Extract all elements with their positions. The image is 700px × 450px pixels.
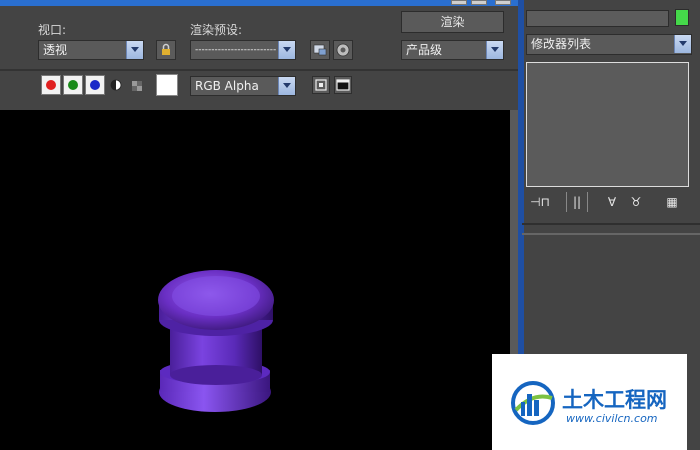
gear-icon — [336, 43, 350, 57]
render-preset-dropdown[interactable]: ------------------------- — [190, 40, 296, 60]
clear-button[interactable] — [334, 76, 352, 94]
color-swatch[interactable] — [156, 74, 178, 96]
render-quality-dropdown[interactable]: 产品级 — [401, 40, 504, 60]
watermark: 土木工程网 www.civilcn.com — [492, 354, 687, 450]
remove-modifier-icon[interactable]: ♉ — [626, 192, 646, 212]
viewport-dropdown[interactable]: 透视 — [38, 40, 144, 60]
modifier-list-label: 修改器列表 — [531, 37, 592, 51]
object-color-swatch[interactable] — [675, 9, 689, 26]
red-channel-toggle[interactable] — [41, 75, 61, 95]
watermark-url: www.civilcn.com — [566, 412, 658, 425]
chevron-down-icon — [674, 35, 691, 53]
save-image-button[interactable] — [312, 76, 330, 94]
half-circle-icon — [110, 79, 122, 91]
green-dot-icon — [68, 80, 78, 90]
object-name-input[interactable] — [526, 10, 669, 27]
display-channel-dropdown[interactable]: RGB Alpha — [190, 76, 296, 96]
window-icon — [336, 79, 350, 91]
frame-icon — [315, 79, 327, 91]
checker-icon — [132, 81, 142, 91]
chevron-down-icon — [126, 41, 143, 59]
show-end-result-icon[interactable]: || — [566, 192, 588, 212]
civilcn-logo-icon — [511, 381, 555, 425]
blue-dot-icon — [90, 80, 100, 90]
watermark-brand: 土木工程网 — [562, 388, 667, 412]
render-preset-label: 渲染预设: — [190, 23, 243, 37]
modifier-list-dropdown[interactable]: 修改器列表 — [526, 34, 692, 55]
environment-button[interactable] — [333, 40, 353, 60]
viewport-label: 视口: — [38, 23, 67, 37]
render-quality-value: 产品级 — [406, 43, 443, 57]
monochrome-toggle[interactable] — [132, 80, 142, 91]
make-unique-icon[interactable]: ∀ — [602, 192, 622, 212]
lock-icon — [162, 43, 170, 55]
chevron-down-icon — [486, 41, 503, 59]
render-setup-icon — [313, 44, 327, 56]
render-viewport[interactable] — [0, 110, 510, 450]
minimize-button[interactable] — [451, 0, 467, 5]
close-button[interactable] — [495, 0, 511, 5]
render-preset-value: ------------------------- — [195, 45, 277, 55]
lock-viewport-button[interactable] — [156, 40, 176, 60]
red-dot-icon — [46, 80, 56, 90]
modifier-stack-list[interactable] — [526, 62, 689, 187]
stack-toolbar: ⊣⊓ || ∀ ♉ ▦ — [526, 192, 692, 216]
render-button[interactable]: 渲染 — [401, 11, 504, 33]
chevron-down-icon — [278, 41, 295, 59]
display-channel-value: RGB Alpha — [195, 79, 259, 93]
blue-channel-toggle[interactable] — [85, 75, 105, 95]
alpha-channel-toggle[interactable] — [110, 79, 122, 91]
green-channel-toggle[interactable] — [63, 75, 83, 95]
render-setup-button[interactable] — [310, 40, 330, 60]
pin-stack-icon[interactable]: ⊣⊓ — [530, 192, 550, 212]
panel-separator — [522, 223, 700, 225]
rendered-cylinder-object — [158, 270, 274, 412]
configure-sets-icon[interactable]: ▦ — [662, 192, 682, 212]
panel-separator — [522, 233, 700, 235]
maximize-button[interactable] — [471, 0, 487, 5]
viewport-value: 透视 — [43, 43, 68, 57]
chevron-down-icon — [278, 77, 295, 95]
